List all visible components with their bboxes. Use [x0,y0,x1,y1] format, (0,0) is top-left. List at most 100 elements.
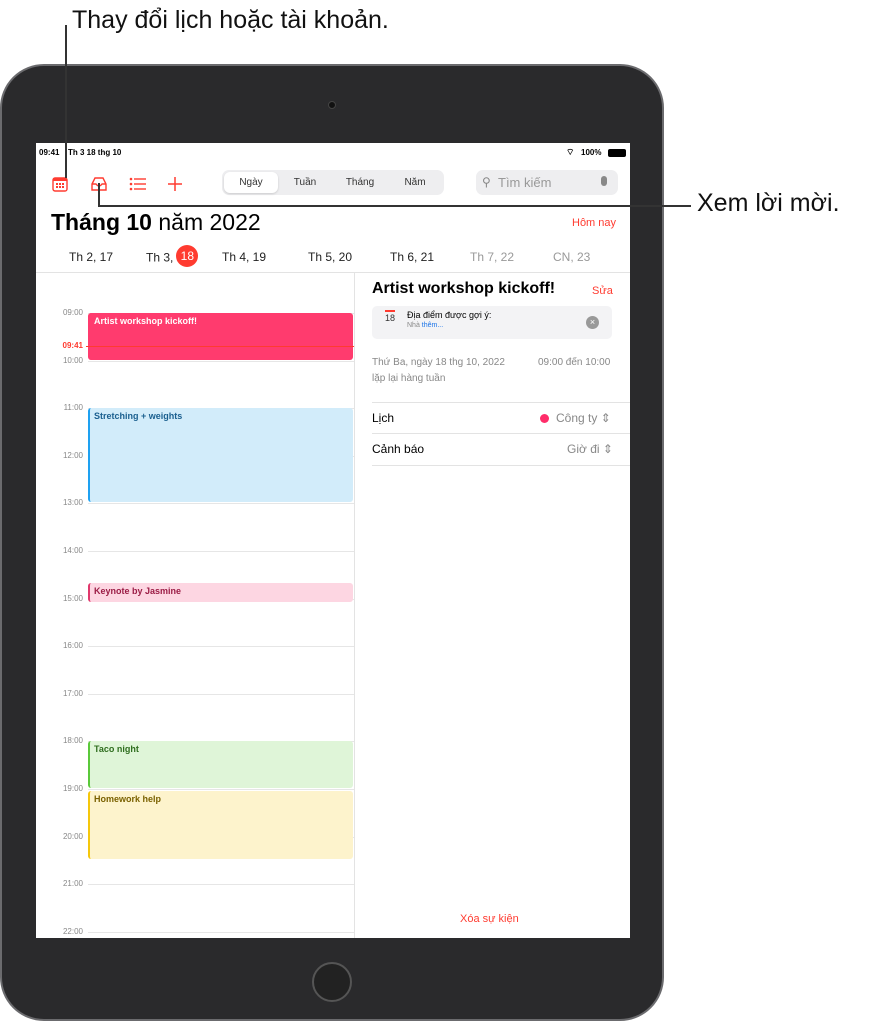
battery-icon [608,149,626,157]
calendar-event[interactable]: Taco night [88,741,353,788]
battery-percent: 100% [581,148,602,157]
calendar-color-dot [540,414,549,423]
event-date: Thứ Ba, ngày 18 thg 10, 2022 [372,357,505,368]
event-repeat: lặp lại hàng tuần [372,373,446,384]
suggested-location-card[interactable]: 18 Địa điểm được gợi ý: Nhà thêm... × [372,306,612,339]
hour-label: 18:00 [62,736,83,746]
list-icon[interactable] [129,177,147,191]
suggest-more-link[interactable]: thêm... [422,322,443,329]
hour-line [88,551,354,552]
alert-select[interactable]: Giờ đi ⇕ [567,442,613,456]
plus-icon[interactable] [167,176,183,192]
week-day[interactable]: Th 6, 21 [390,250,434,264]
hour-label: 09:00 [62,308,83,317]
calendar-icon[interactable] [52,176,68,192]
microphone-icon[interactable] [601,176,607,186]
hour-label: 10:00 [62,355,83,365]
hour-line [88,693,354,695]
current-time-line [86,345,354,347]
hour-label: 12:00 [62,450,83,460]
suggest-prefix: Nhà [407,322,420,329]
tab-month[interactable]: Tháng [333,172,387,193]
home-button[interactable] [312,962,352,1002]
calendar-app-icon: 18 [385,310,396,323]
search-input[interactable]: Tìm kiếm [476,170,618,195]
week-day[interactable]: CN, 23 [553,250,590,264]
current-time-label: 09:41 [62,340,83,350]
alert-value: Giờ đi [567,442,600,456]
status-time: 09:41 [39,148,60,157]
camera [328,101,336,109]
week-day-label: Th 2, 17 [69,250,114,264]
calendar-event[interactable]: Keynote by Jasmine [88,582,353,603]
week-day[interactable]: Th 7, 22 [470,250,514,264]
page-title: Tháng 10 năm 2022 [51,209,261,235]
today-badge: 18 [176,245,199,267]
annotation-change-calendar: Thay đổi lịch hoặc tài khoản. [72,6,389,34]
divider [372,402,630,403]
week-day[interactable]: Th 2, 17 [69,250,113,264]
week-day-label: Th 5, 20 [308,250,353,264]
hour-line [88,360,354,362]
calendar-label: Lịch [372,411,395,425]
divider [372,465,630,466]
hour-label: 21:00 [62,879,83,889]
week-day[interactable]: Th 3, 18 [146,245,199,267]
event-title-label: Keynote by Jasmine [94,585,182,596]
delete-event-button[interactable]: Xóa sự kiện [460,913,519,925]
hour-label: 20:00 [62,831,83,841]
divider [372,433,630,434]
hour-label: 17:00 [62,688,83,698]
event-title-label: Stretching + weights [94,411,183,422]
hour-label: 13:00 [62,498,83,508]
hour-label: 16:00 [62,641,83,651]
calendar-event[interactable]: Homework help [88,791,353,860]
week-day[interactable]: Th 5, 20 [308,250,352,264]
calendar-select[interactable]: Công ty ⇕ [556,411,611,425]
divider [36,272,630,273]
hour-line [88,503,354,505]
suggest-title: Địa điểm được gợi ý: [407,310,492,320]
callout-line [98,183,100,206]
hour-line [88,789,354,790]
chevron-updown-icon: ⇕ [602,442,613,456]
calendar-value: Công ty [556,411,598,425]
week-day-label: Th 3, [146,250,174,265]
chevron-updown-icon: ⇕ [600,411,611,425]
calendar-event[interactable]: Stretching + weights [88,408,353,503]
close-icon[interactable]: × [586,316,599,329]
hour-line [88,646,354,648]
hour-label: 14:00 [62,546,83,555]
annotation-invitations: Xem lời mời. [697,189,840,217]
hour-label: 15:00 [62,593,83,603]
week-day-label: Th 7, 22 [470,250,515,264]
callout-line [65,25,67,178]
hour-label: 19:00 [62,784,83,793]
alert-label: Cảnh báo [372,442,425,456]
week-day-label: Th 4, 19 [222,250,267,264]
week-day[interactable]: Th 4, 19 [222,250,266,264]
tab-year[interactable]: Năm [388,172,442,193]
event-title-label: Homework help [94,794,162,805]
week-day-label: CN, 23 [553,250,591,264]
calendar-app: 09:41 Th 3 18 thg 10 ⌔ 100% Ngày Tuần Th… [36,143,630,938]
pane-divider [354,272,355,938]
event-title-label: Taco night [94,744,139,755]
status-date: Th 3 18 thg 10 [68,148,122,157]
tab-day[interactable]: Ngày [224,172,278,193]
edit-button[interactable]: Sửa [592,285,613,297]
hour-line [88,931,354,933]
event-title: Artist workshop kickoff! [372,280,556,297]
hour-line [88,884,354,886]
callout-line [98,205,691,207]
calendar-event[interactable]: Artist workshop kickoff! [88,313,353,360]
hour-label: 11:00 [63,403,83,413]
event-time: 09:00 đến 10:00 [538,357,611,368]
today-button[interactable]: Hôm nay [572,217,616,229]
week-day-label: Th 6, 21 [390,250,435,264]
hour-label: 22:00 [62,926,83,936]
view-segmented-control: Ngày Tuần Tháng Năm [222,170,444,195]
wifi-icon: ⌔ [566,147,575,157]
event-title-label: Artist workshop kickoff! [94,316,198,326]
tab-week[interactable]: Tuần [278,172,332,193]
